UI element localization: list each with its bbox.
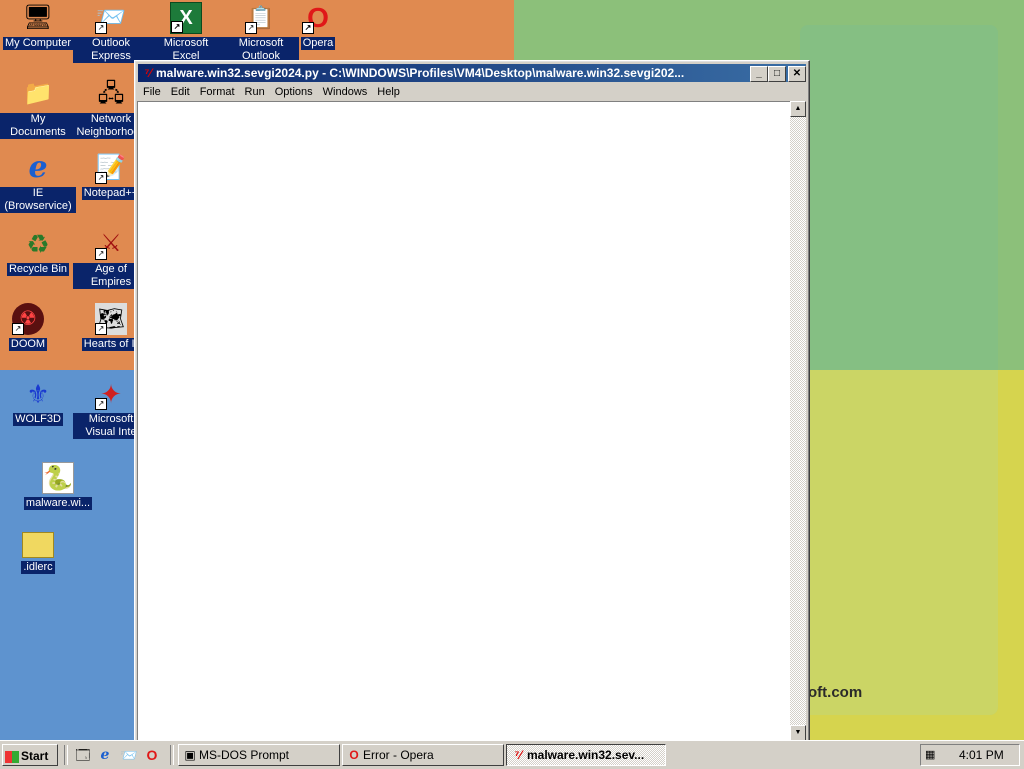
maximize-button[interactable]: □ <box>768 66 786 82</box>
desktop-icon-label: malware.wi... <box>23 497 93 510</box>
desktop-icon-label: My Documents <box>0 113 76 139</box>
shortcut-arrow-icon: ↗ <box>245 22 257 34</box>
editor-text-area[interactable] <box>137 101 792 743</box>
folder-documents-icon: 📁 <box>23 80 53 107</box>
task-button-ms-dos[interactable]: ▣ MS-DOS Prompt <box>178 744 340 766</box>
menu-file[interactable]: File <box>138 83 166 101</box>
recycle-bin-icon: ♻ <box>26 229 50 259</box>
age-of-empires-icon: ⚔ ↗ <box>95 228 127 260</box>
scroll-up-button[interactable]: ▲ <box>790 101 806 117</box>
menu-windows[interactable]: Windows <box>318 83 373 101</box>
task-label: Error - Opera <box>363 748 434 762</box>
desktop-icon-label: WOLF3D <box>13 413 63 426</box>
computer-icon: 🖥 <box>22 4 54 31</box>
clock[interactable]: 4:01 PM <box>959 745 1004 765</box>
desktop-icon-label: IE (Browservice) <box>0 187 76 213</box>
vertical-scrollbar[interactable]: ▲ ▼ <box>790 101 806 741</box>
desktop-icon-microsoft-excel[interactable]: X ↗ Microsoft Excel <box>148 2 224 63</box>
shortcut-arrow-icon: ↗ <box>95 248 107 260</box>
internet-explorer-icon: e <box>28 150 48 185</box>
outlook-express-icon[interactable]: 📨 <box>120 746 138 764</box>
shortcut-arrow-icon: ↗ <box>95 172 107 184</box>
taskbar: Start 🗔 e 📨 O ▣ MS-DOS Prompt O Error - Op… <box>0 740 1024 769</box>
window-titlebar[interactable]: ⁷⁄ malware.win32.sevgi2024.py - C:\WINDO… <box>138 64 806 82</box>
menubar: File Edit Format Run Options Windows Help <box>138 83 806 101</box>
desktop-icon-opera[interactable]: O ↗ Opera <box>280 2 356 50</box>
windows-logo-icon <box>5 750 19 763</box>
desktop-icon-label: .idlerc <box>21 561 55 574</box>
menu-options[interactable]: Options <box>270 83 318 101</box>
opera-icon: O <box>349 748 359 762</box>
start-label: Start <box>21 749 49 763</box>
excel-icon: X ↗ <box>170 2 202 34</box>
task-button-malware-py[interactable]: ⁷⁄ malware.win32.sev... <box>506 744 666 766</box>
desktop-icon-recycle-bin[interactable]: ♻ Recycle Bin <box>0 228 76 276</box>
start-button[interactable]: Start <box>2 744 58 766</box>
wolf3d-icon: ⚜ <box>26 379 50 409</box>
notepad-icon: 📝 ↗ <box>95 154 126 184</box>
shortcut-arrow-icon: ↗ <box>12 323 24 335</box>
task-button-opera-error[interactable]: O Error - Opera <box>342 744 504 766</box>
desktop-icon-outlook-express[interactable]: 📨 ↗ Outlook Express <box>73 2 149 63</box>
menu-run[interactable]: Run <box>240 83 270 101</box>
desktop-icon-label: Notepad++ <box>81 187 141 200</box>
desktop-icon-label: Hearts of Ir <box>81 338 141 351</box>
shortcut-arrow-icon: ↗ <box>171 21 183 33</box>
visual-interdev-icon: ✦ ↗ <box>95 378 127 410</box>
desktop-icon-my-documents[interactable]: 📁 My Documents <box>0 78 76 139</box>
desktop-icon-label: My Computer <box>2 37 74 50</box>
shortcut-arrow-icon: ↗ <box>95 398 107 410</box>
idle-editor-window[interactable]: ⁷⁄ malware.win32.sevgi2024.py - C:\WINDO… <box>134 60 810 746</box>
desktop-icon-ie[interactable]: e IE (Browservice) <box>0 152 76 213</box>
menu-edit[interactable]: Edit <box>166 83 195 101</box>
show-desktop-icon[interactable]: 🗔 <box>74 746 92 764</box>
task-label: malware.win32.sev... <box>527 748 645 762</box>
menu-help[interactable]: Help <box>372 83 405 101</box>
desktop-icon-doom[interactable]: ☢ ↗ DOOM <box>0 303 66 351</box>
desktop-icon-idlerc[interactable]: .idlerc <box>0 528 76 574</box>
opera-icon[interactable]: O <box>143 746 161 764</box>
folder-icon <box>22 532 54 558</box>
idle-icon: ⁷⁄ <box>144 66 152 80</box>
task-label: MS-DOS Prompt <box>199 748 290 762</box>
wallpaper-panel-lower <box>800 370 998 715</box>
network-icon: 🖧 <box>97 80 125 107</box>
scroll-down-button[interactable]: ▼ <box>790 725 806 741</box>
minimize-button[interactable]: _ <box>750 66 768 82</box>
hearts-of-iron-icon: 🗺 ↗ <box>95 303 127 335</box>
desktop-icon-label: Opera <box>300 37 336 50</box>
close-button[interactable]: ✕ <box>788 66 806 82</box>
shortcut-arrow-icon: ↗ <box>302 22 314 34</box>
taskbar-separator <box>170 745 174 765</box>
desktop-icon-malware-py[interactable]: 🐍 malware.wi... <box>20 462 96 510</box>
desktop-icon-label: DOOM <box>8 338 48 351</box>
doom-icon: ☢ ↗ <box>12 303 44 335</box>
menu-format[interactable]: Format <box>195 83 240 101</box>
shortcut-arrow-icon: ↗ <box>95 323 107 335</box>
desktop-icon-label: Recycle Bin <box>6 263 70 276</box>
msdos-icon: ▣ <box>184 748 196 762</box>
opera-icon: O ↗ <box>302 2 334 34</box>
python-idle-icon: ⁷⁄ <box>514 748 522 762</box>
scheduler-icon[interactable]: ▦ <box>925 747 941 763</box>
internet-explorer-icon[interactable]: e <box>96 746 114 764</box>
wallpaper-text: oft.com <box>808 684 863 701</box>
outlook-express-icon: 📨 ↗ <box>95 4 126 34</box>
desktop-icon-my-computer[interactable]: 🖥 My Computer <box>0 2 76 50</box>
shortcut-arrow-icon: ↗ <box>95 22 107 34</box>
python-file-icon: 🐍 <box>42 462 74 494</box>
taskbar-separator <box>64 745 68 765</box>
system-tray: ▦ 4:01 PM <box>920 744 1020 766</box>
outlook-icon: 📋 ↗ <box>245 2 277 34</box>
window-title: malware.win32.sevgi2024.py - C:\WINDOWS\… <box>156 66 685 80</box>
desktop-icon-wolf3d[interactable]: ⚜ WOLF3D <box>0 378 76 426</box>
